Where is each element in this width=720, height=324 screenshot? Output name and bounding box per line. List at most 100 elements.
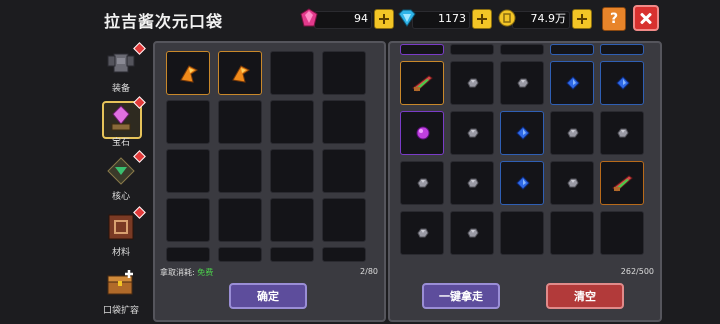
inventory-slot[interactable] <box>218 51 262 95</box>
diamond-count: 1173 <box>438 12 466 25</box>
inventory-slot[interactable] <box>500 211 544 255</box>
add-coins-button[interactable] <box>572 9 592 29</box>
take-cost-label: 拿取消耗: <box>160 268 195 277</box>
axe-fragment-icon <box>232 65 250 83</box>
inventory-slot[interactable] <box>166 100 210 144</box>
inventory-slot[interactable] <box>600 61 644 105</box>
clear-button[interactable]: 清空 <box>546 283 624 309</box>
take-cost-value: 免费 <box>197 268 214 277</box>
inventory-slot[interactable] <box>450 211 494 255</box>
sidebar-item-label: 材料 <box>111 248 130 258</box>
inventory-slot[interactable] <box>322 198 366 242</box>
stone-icon <box>467 228 479 238</box>
stone-icon <box>567 178 579 188</box>
coin-count: 74.9万 <box>530 12 567 25</box>
stone-icon <box>417 178 429 188</box>
blue-gem-icon <box>516 126 530 140</box>
add-gems-button[interactable] <box>374 9 394 29</box>
inventory-slot[interactable] <box>400 211 444 255</box>
diamond-currency: 1173 <box>398 8 494 30</box>
purple-orb-icon <box>416 126 430 140</box>
sidebar-item-equipment[interactable]: 装备 <box>98 42 146 94</box>
inventory-slot[interactable] <box>500 161 544 205</box>
stone-icon <box>617 128 629 138</box>
inventory-slot[interactable] <box>600 161 644 205</box>
inventory-slot[interactable] <box>218 198 262 242</box>
sidebar-item-label: 装备 <box>111 84 130 94</box>
inventory-slot[interactable] <box>400 111 444 155</box>
inventory-slot[interactable] <box>166 149 210 193</box>
inventory-slot[interactable] <box>270 198 314 242</box>
coin-icon <box>498 9 516 27</box>
inventory-slot[interactable] <box>166 247 210 262</box>
sidebar-item-label: 口袋扩容 <box>102 306 139 316</box>
take-all-button[interactable]: 一键拿走 <box>422 283 500 309</box>
take-cost-row: 拿取消耗: 免费 <box>160 267 213 278</box>
stone-icon <box>417 228 429 238</box>
red-blade-icon <box>412 75 433 92</box>
inventory-slot[interactable] <box>450 61 494 105</box>
stone-icon <box>517 78 529 88</box>
blue-gem-icon <box>566 76 580 90</box>
inventory-slot[interactable] <box>270 149 314 193</box>
diamond-icon <box>398 9 416 27</box>
inventory-slot[interactable] <box>450 44 494 55</box>
inventory-slot[interactable] <box>218 247 262 262</box>
confirm-button[interactable]: 确定 <box>229 283 307 309</box>
inventory-slot[interactable] <box>166 51 210 95</box>
armor-icon <box>107 53 135 73</box>
inventory-slot[interactable] <box>550 111 594 155</box>
inventory-slot[interactable] <box>550 161 594 205</box>
pink-gem-icon <box>300 8 318 27</box>
inventory-slot[interactable] <box>600 44 644 55</box>
inventory-slot[interactable] <box>400 61 444 105</box>
coin-currency: 74.9万 <box>498 8 594 30</box>
sidebar-item-label: 宝石 <box>111 138 130 148</box>
inventory-slot[interactable] <box>322 100 366 144</box>
red-blade-icon <box>612 175 633 192</box>
inventory-slot[interactable] <box>400 44 444 55</box>
sidebar-item-expand[interactable]: 口袋扩容 <box>96 266 146 316</box>
inventory-slot[interactable] <box>450 111 494 155</box>
add-diamonds-button[interactable] <box>472 9 492 29</box>
sidebar-item-label: 核心 <box>111 192 130 202</box>
gem-altar-icon <box>111 105 131 131</box>
inventory-slot[interactable] <box>166 198 210 242</box>
page-title: 拉吉酱次元口袋 <box>104 12 224 31</box>
close-button[interactable] <box>633 5 659 31</box>
stone-icon <box>467 128 479 138</box>
inventory-slot[interactable] <box>550 44 594 55</box>
inventory-slot[interactable] <box>500 111 544 155</box>
blue-gem-icon <box>516 176 530 190</box>
inventory-slot[interactable] <box>400 161 444 205</box>
inventory-slot[interactable] <box>218 100 262 144</box>
inventory-slot[interactable] <box>322 247 366 262</box>
inventory-slot[interactable] <box>500 61 544 105</box>
inventory-count: 262/500 <box>620 267 654 276</box>
inventory-slot[interactable] <box>550 211 594 255</box>
selected-count: 2/80 <box>360 267 378 276</box>
inventory-slot[interactable] <box>270 51 314 95</box>
material-book-icon <box>108 214 134 240</box>
inventory-slot[interactable] <box>322 51 366 95</box>
sidebar-item-materials[interactable]: 材料 <box>98 206 146 258</box>
sidebar-item-gems[interactable]: 宝石 <box>98 96 146 148</box>
inventory-slot[interactable] <box>322 149 366 193</box>
help-button[interactable]: ? <box>602 7 626 31</box>
axe-fragment-icon <box>180 65 198 83</box>
inventory-slot[interactable] <box>450 161 494 205</box>
stone-icon <box>467 178 479 188</box>
inventory-slot[interactable] <box>600 111 644 155</box>
inventory-slot[interactable] <box>270 247 314 262</box>
core-icon <box>107 157 135 185</box>
gem-count: 94 <box>354 12 368 25</box>
stone-icon <box>467 78 479 88</box>
sidebar-item-core[interactable]: 核心 <box>98 150 146 202</box>
inventory-slot[interactable] <box>600 211 644 255</box>
chest-expand-icon <box>107 270 133 295</box>
inventory-slot[interactable] <box>218 149 262 193</box>
inventory-slot[interactable] <box>500 44 544 55</box>
inventory-slot[interactable] <box>270 100 314 144</box>
blue-gem-icon <box>616 76 630 90</box>
inventory-slot[interactable] <box>550 61 594 105</box>
